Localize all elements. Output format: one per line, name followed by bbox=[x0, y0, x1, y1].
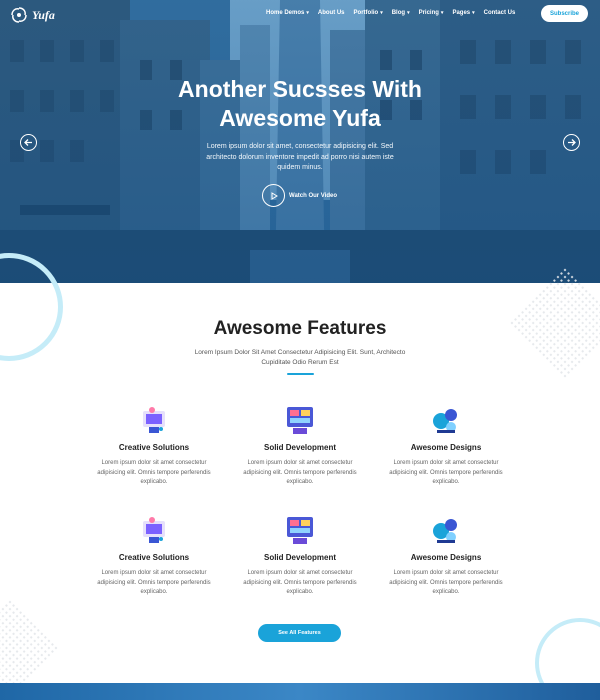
feature-card: Solid Development Lorem ipsum dolor sit … bbox=[230, 513, 370, 598]
hero-title-line1: Another Sucsses With bbox=[178, 76, 422, 102]
nav-item-pricing[interactable]: Pricing ▾ bbox=[419, 10, 444, 16]
next-section-preview bbox=[0, 683, 600, 700]
nav-item-label: Portfolio bbox=[353, 10, 379, 16]
slider-next-button[interactable] bbox=[563, 134, 580, 151]
feature-card-text: Lorem ipsum dolor sit amet consectetur a… bbox=[97, 570, 211, 595]
feature-card-text: Lorem ipsum dolor sit amet consectetur a… bbox=[97, 460, 211, 485]
feature-card-text: Lorem ipsum dolor sit amet consectetur a… bbox=[243, 460, 357, 485]
awesome-designs-icon bbox=[429, 403, 463, 437]
brand-name: Yufa bbox=[32, 7, 55, 22]
navbar: Yufa Home Demos ▾ About Us Portfolio ▾ Blo… bbox=[0, 0, 600, 28]
features-subtitle: Lorem Ipsum Dolor Sit Amet Consectetur A… bbox=[194, 349, 406, 366]
nav-item-blog[interactable]: Blog ▾ bbox=[392, 10, 410, 16]
chevron-down-icon: ▾ bbox=[380, 10, 383, 16]
brand-logo[interactable]: Yufa bbox=[10, 6, 55, 24]
swirl-logo-icon bbox=[11, 7, 27, 23]
feature-card: Creative Solutions Lorem ipsum dolor sit… bbox=[84, 513, 224, 598]
features-title: Awesome Features bbox=[213, 318, 387, 339]
feature-card-title: Awesome Designs bbox=[410, 553, 482, 562]
feature-card-title: Solid Development bbox=[263, 443, 336, 452]
watch-video-label: Watch Our Video bbox=[289, 192, 338, 199]
nav-item-label: Blog bbox=[391, 10, 406, 16]
feature-card-text: Lorem ipsum dolor sit amet consectetur a… bbox=[243, 570, 357, 595]
play-icon bbox=[262, 184, 285, 207]
nav-item-pages[interactable]: Pages ▾ bbox=[452, 10, 474, 16]
feature-card-text: Lorem ipsum dolor sit amet consectetur a… bbox=[389, 570, 503, 595]
chevron-down-icon: ▾ bbox=[440, 10, 444, 16]
feature-card: Creative Solutions Lorem ipsum dolor sit… bbox=[84, 403, 224, 488]
nav-item-about-us[interactable]: About Us bbox=[318, 10, 345, 16]
nav-item-contact-us[interactable]: Contact Us bbox=[484, 10, 516, 16]
see-all-features-button[interactable]: See All Features bbox=[258, 624, 341, 642]
hero-title-line2: Awesome Yufa bbox=[219, 105, 381, 131]
features-section: Awesome Features Lorem Ipsum Dolor Sit A… bbox=[0, 253, 600, 700]
nav-item-label: Pages bbox=[452, 10, 471, 16]
feature-card: Awesome Designs Lorem ipsum dolor sit am… bbox=[376, 513, 516, 598]
nav-item-home-demos[interactable]: Home Demos ▾ bbox=[266, 10, 309, 16]
hero-section: Yufa Home Demos ▾ About Us Portfolio ▾ Blo… bbox=[0, 0, 600, 283]
feature-card: Solid Development Lorem ipsum dolor sit … bbox=[230, 403, 370, 488]
feature-card-title: Creative Solutions bbox=[118, 553, 190, 562]
nav-item-label: About Us bbox=[317, 10, 345, 16]
solid-development-icon bbox=[283, 403, 317, 437]
chevron-down-icon: ▾ bbox=[306, 10, 309, 16]
nav-menu: Home Demos ▾ About Us Portfolio ▾ Blog ▾ Pr… bbox=[266, 10, 524, 16]
feature-card-title: Creative Solutions bbox=[118, 443, 190, 452]
hero-description: Lorem ipsum dolor sit amet, consectetur … bbox=[206, 143, 394, 171]
solid-development-icon bbox=[283, 513, 317, 547]
chevron-down-icon: ▾ bbox=[407, 10, 410, 16]
creative-solutions-icon bbox=[137, 403, 171, 437]
feature-card-title: Solid Development bbox=[263, 553, 336, 562]
slider-prev-button[interactable] bbox=[20, 134, 37, 151]
feature-card-text: Lorem ipsum dolor sit amet consectetur a… bbox=[389, 460, 503, 485]
hero-title: Another Sucsses With Awesome Yufa bbox=[0, 75, 600, 133]
feature-card-title: Awesome Designs bbox=[410, 443, 482, 452]
watch-video-link[interactable]: Watch Our Video bbox=[262, 184, 337, 207]
nav-item-label: Pricing bbox=[418, 10, 439, 16]
chevron-down-icon: ▾ bbox=[472, 10, 475, 16]
arrow-right-icon bbox=[568, 139, 576, 146]
subscribe-button[interactable]: Subscribe bbox=[541, 5, 588, 22]
nav-item-label: Contact Us bbox=[483, 10, 516, 16]
feature-card: Awesome Designs Lorem ipsum dolor sit am… bbox=[376, 403, 516, 488]
creative-solutions-icon bbox=[137, 513, 171, 547]
title-underline bbox=[287, 373, 314, 375]
page: Yufa Home Demos ▾ About Us Portfolio ▾ Blo… bbox=[0, 0, 600, 700]
arrow-left-icon bbox=[24, 139, 32, 146]
nav-item-label: Home Demos bbox=[266, 10, 305, 16]
awesome-designs-icon bbox=[429, 513, 463, 547]
nav-item-portfolio[interactable]: Portfolio ▾ bbox=[354, 10, 383, 16]
